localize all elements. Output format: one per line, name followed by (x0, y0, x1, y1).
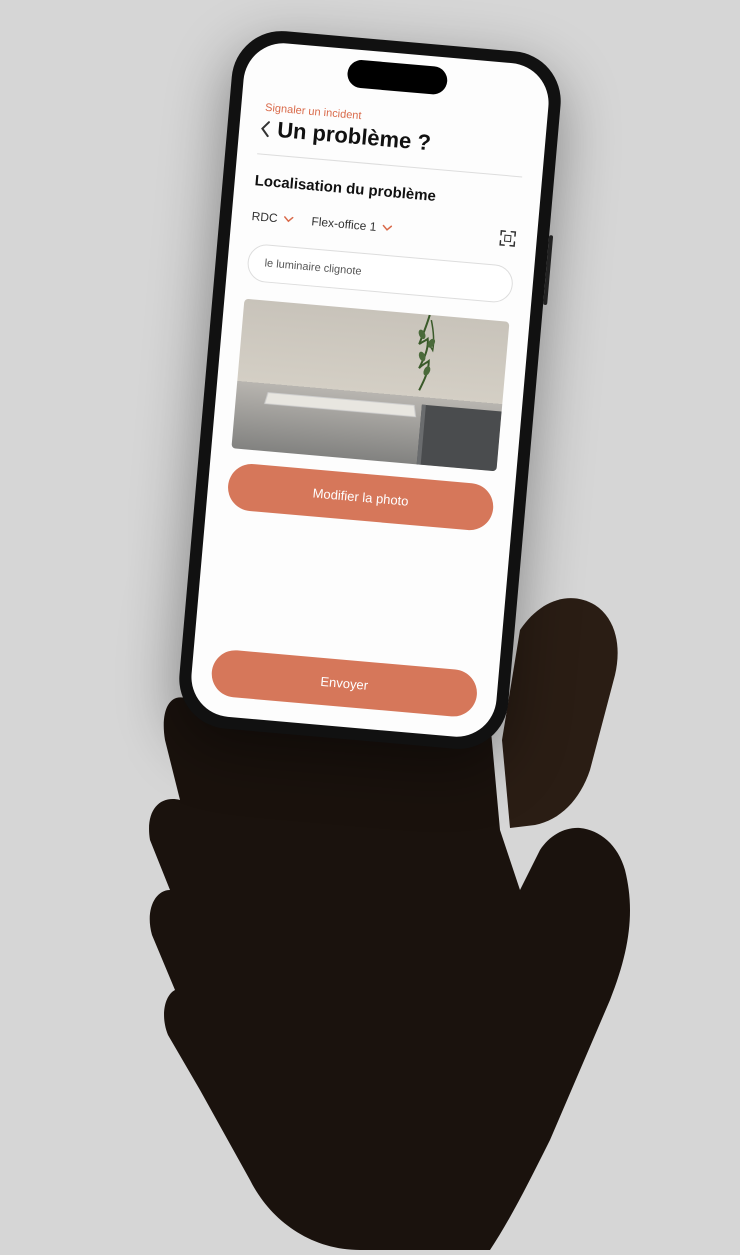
qr-scan-icon[interactable] (498, 229, 518, 249)
app-screen: Signaler un incident Un problème ? Local… (188, 40, 552, 740)
section-title: Localisation du problème (254, 172, 520, 212)
photo-ceiling-light (264, 392, 416, 417)
photo-plant (403, 313, 450, 396)
room-dropdown[interactable]: Flex-office 1 (311, 214, 393, 235)
floor-dropdown[interactable]: RDC (251, 209, 294, 227)
phone-side-button (543, 235, 553, 305)
modify-photo-button[interactable]: Modifier la photo (226, 462, 495, 532)
floor-dropdown-label: RDC (251, 209, 278, 225)
location-dropdown-row: RDC Flex-office 1 (251, 207, 518, 248)
phone-device: Signaler un incident Un problème ? Local… (175, 27, 565, 753)
chevron-down-icon (382, 223, 393, 232)
screen-content: Signaler un incident Un problème ? Local… (210, 101, 527, 718)
submit-button[interactable]: Envoyer (210, 648, 479, 718)
description-input[interactable]: le luminaire clignote (246, 243, 514, 304)
back-chevron-icon[interactable] (259, 119, 273, 138)
photo-window (417, 405, 502, 472)
room-dropdown-label: Flex-office 1 (311, 214, 377, 234)
description-value: le luminaire clignote (264, 257, 362, 277)
chevron-down-icon (283, 215, 294, 224)
photo-preview[interactable] (231, 299, 509, 472)
